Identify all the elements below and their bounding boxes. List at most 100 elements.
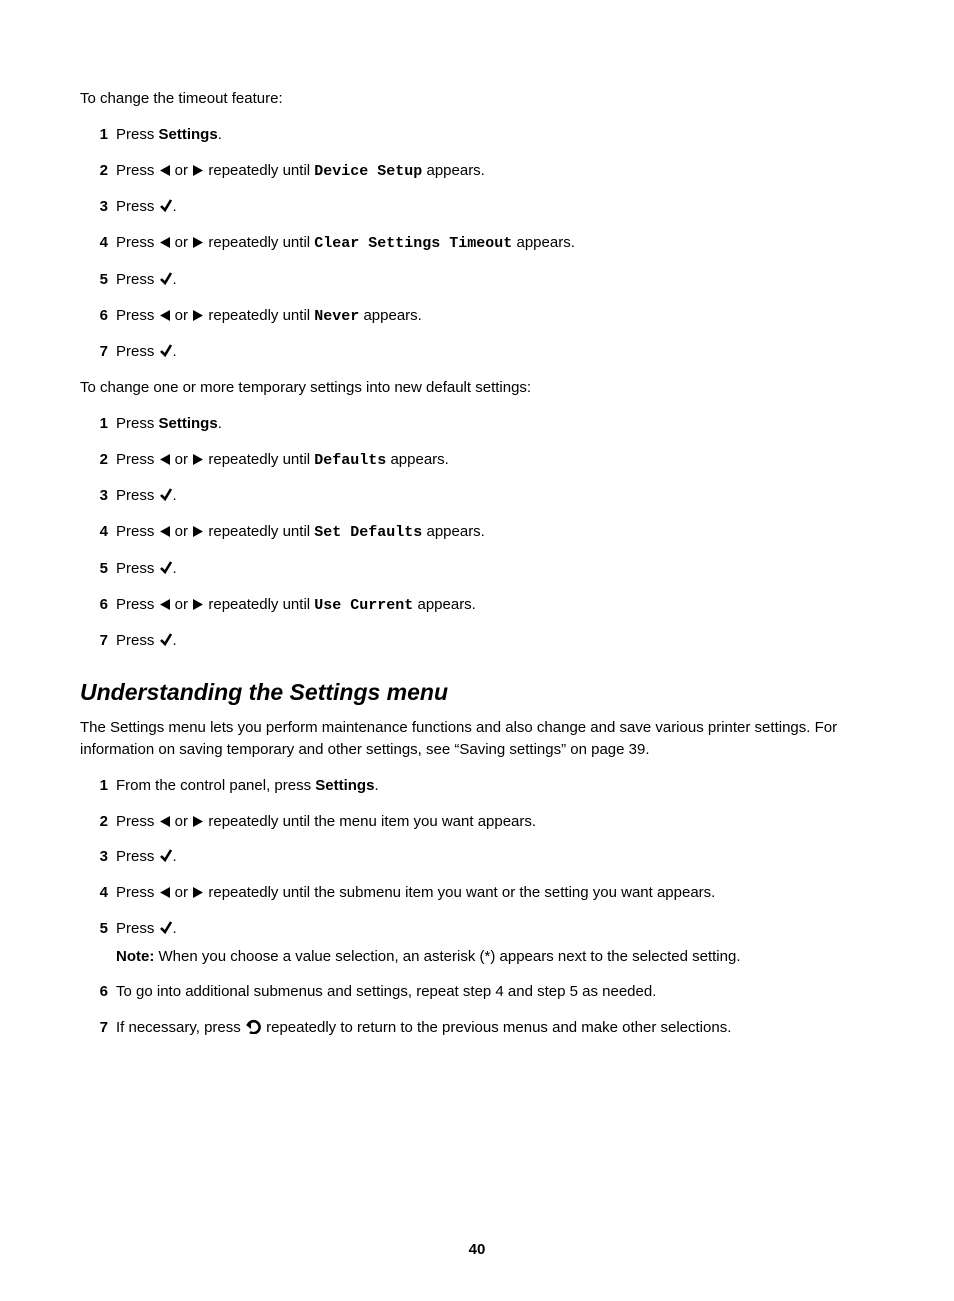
step-number: 2 <box>80 449 116 471</box>
text: Press <box>116 560 159 577</box>
text: Press <box>116 343 159 360</box>
text: repeatedly until <box>204 234 314 251</box>
text: . <box>173 343 177 360</box>
text: appears. <box>413 596 476 613</box>
text: or <box>171 162 193 179</box>
right-arrow-icon <box>192 598 204 611</box>
step-body: From the control panel, press Settings. <box>116 775 874 797</box>
step-body: Press or repeatedly until Defaults appea… <box>116 449 874 472</box>
step-number: 1 <box>80 124 116 146</box>
text: or <box>171 596 193 613</box>
left-arrow-icon <box>159 525 171 538</box>
intro-timeout: To change the timeout feature: <box>80 88 874 110</box>
text: Press <box>116 234 159 251</box>
right-arrow-icon <box>192 164 204 177</box>
step-body: Press . <box>116 341 874 363</box>
step-body: Press . Note: When you choose a value se… <box>116 918 874 968</box>
right-arrow-icon <box>192 525 204 538</box>
text: or <box>171 451 193 468</box>
step-body: Press or repeatedly until Never appears. <box>116 305 874 328</box>
check-icon <box>159 343 173 358</box>
menu-item: Never <box>314 308 359 325</box>
step-number: 4 <box>80 232 116 254</box>
check-icon <box>159 920 173 935</box>
text: Press <box>116 813 159 830</box>
section-heading: Understanding the Settings menu <box>80 676 874 709</box>
step-number: 6 <box>80 305 116 327</box>
step-number: 1 <box>80 413 116 435</box>
settings-label: Settings <box>159 126 218 143</box>
text: Press <box>116 126 159 143</box>
text: . <box>173 271 177 288</box>
step-number: 6 <box>80 981 116 1003</box>
step-number: 4 <box>80 521 116 543</box>
step-body: Press . <box>116 196 874 218</box>
text: From the control panel, press <box>116 777 315 794</box>
step-number: 7 <box>80 1017 116 1039</box>
step-body: Press . <box>116 630 874 652</box>
text: . <box>218 126 222 143</box>
right-arrow-icon <box>192 309 204 322</box>
text: repeatedly to return to the previous men… <box>262 1019 731 1036</box>
back-icon <box>245 1019 262 1034</box>
step-body: Press Settings. <box>116 124 874 146</box>
check-icon <box>159 632 173 647</box>
text: repeatedly until <box>204 523 314 540</box>
step-body: If necessary, press repeatedly to return… <box>116 1017 874 1039</box>
text: . <box>218 415 222 432</box>
left-arrow-icon <box>159 309 171 322</box>
text: Press <box>116 920 159 937</box>
text: appears. <box>359 307 422 324</box>
text: repeatedly until <box>204 307 314 324</box>
steps-defaults: 1 Press Settings. 2 Press or repeatedly … <box>80 413 874 652</box>
step-number: 4 <box>80 882 116 904</box>
text: Press <box>116 271 159 288</box>
step-body: Press or repeatedly until Clear Settings… <box>116 232 874 255</box>
left-arrow-icon <box>159 886 171 899</box>
text: Press <box>116 487 159 504</box>
text: or <box>171 234 193 251</box>
text: Press <box>116 162 159 179</box>
text: Press <box>116 596 159 613</box>
intro-defaults: To change one or more temporary settings… <box>80 377 874 399</box>
step-body: Press or repeatedly until Device Setup a… <box>116 160 874 183</box>
step-body: Press or repeatedly until Set Defaults a… <box>116 521 874 544</box>
menu-item: Set Defaults <box>314 524 422 541</box>
text: Press <box>116 451 159 468</box>
text: Press <box>116 415 159 432</box>
step-body: Press or repeatedly until the submenu it… <box>116 882 874 904</box>
check-icon <box>159 198 173 213</box>
step-body: Press . <box>116 485 874 507</box>
text: repeatedly until <box>204 162 314 179</box>
check-icon <box>159 560 173 575</box>
step-body: To go into additional submenus and setti… <box>116 981 874 1003</box>
text: . <box>173 848 177 865</box>
text: or <box>171 523 193 540</box>
right-arrow-icon <box>192 453 204 466</box>
menu-item: Device Setup <box>314 163 422 180</box>
menu-item: Use Current <box>314 597 413 614</box>
text: repeatedly until the submenu item you wa… <box>204 884 715 901</box>
note: Note: When you choose a value selection,… <box>116 946 874 968</box>
step-number: 7 <box>80 630 116 652</box>
text: Press <box>116 307 159 324</box>
step-body: Press . <box>116 846 874 868</box>
left-arrow-icon <box>159 164 171 177</box>
text: . <box>374 777 378 794</box>
text: . <box>173 198 177 215</box>
check-icon <box>159 848 173 863</box>
step-number: 2 <box>80 160 116 182</box>
settings-label: Settings <box>159 415 218 432</box>
text: repeatedly until the menu item you want … <box>204 813 536 830</box>
steps-timeout: 1 Press Settings. 2 Press or repeatedly … <box>80 124 874 363</box>
text: Press <box>116 632 159 649</box>
text: Press <box>116 884 159 901</box>
text: appears. <box>422 162 485 179</box>
step-number: 5 <box>80 269 116 291</box>
text: or <box>171 307 193 324</box>
text: If necessary, press <box>116 1019 245 1036</box>
right-arrow-icon <box>192 886 204 899</box>
step-body: Press . <box>116 558 874 580</box>
step-number: 3 <box>80 196 116 218</box>
step-number: 5 <box>80 558 116 580</box>
